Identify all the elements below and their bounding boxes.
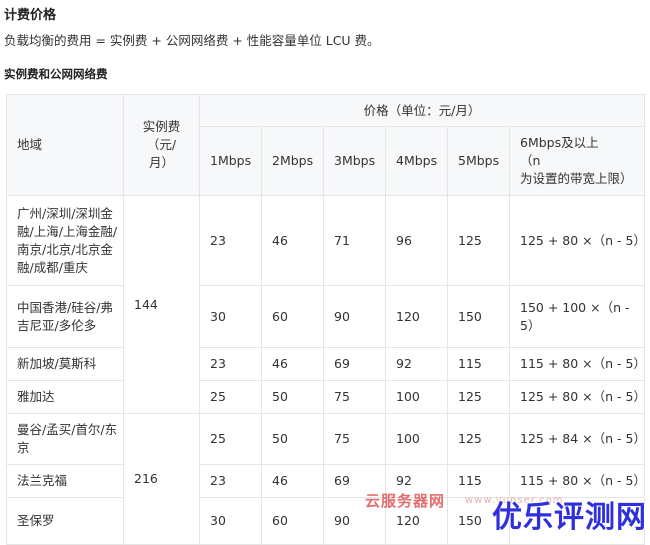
price-cell: 90 xyxy=(323,285,386,348)
price-cell: 50 xyxy=(261,380,324,414)
price-cell: 60 xyxy=(261,285,324,348)
region-cell: 中国香港/硅谷/弗吉尼亚/多伦多 xyxy=(6,285,124,348)
billing-formula: 负载均衡的费用 = 实例费 + 公网网络费 + 性能容量单位 LCU 费。 xyxy=(4,33,380,48)
price-cell: 23 xyxy=(199,464,262,498)
region-cell: 新加坡/莫斯科 xyxy=(6,347,124,381)
region-cell: 广州/深圳/深圳金融/上海/上海金融/南京/北京/北京金融/成都/重庆 xyxy=(6,195,124,286)
price-cell: 30 xyxy=(199,285,262,348)
price-cell: 46 xyxy=(261,347,324,381)
table-row: 新加坡/莫斯科 23 46 69 92 115 115 + 80 ×（n - 5） xyxy=(6,347,646,381)
region-cell: 雅加达 xyxy=(6,380,124,414)
price-cell: 100 xyxy=(385,413,448,465)
header-bandwidth-3: 3Mbps xyxy=(323,126,386,196)
price-cell: 50 xyxy=(261,413,324,465)
table-row: 雅加达 25 50 75 100 125 125 + 80 ×（n - 5） xyxy=(6,380,646,414)
header-bandwidth-2: 2Mbps xyxy=(261,126,324,196)
price-cell: 115 xyxy=(447,347,510,381)
price-cell: 69 xyxy=(323,347,386,381)
header-bandwidth-5: 5Mbps xyxy=(447,126,510,196)
table-row: 曼谷/孟买/首尔/东京 216 25 50 75 100 125 125 + 84 ×（n -… xyxy=(6,413,646,545)
header-bandwidth-1: 1Mbps xyxy=(199,126,262,196)
price-cell: 150 xyxy=(447,285,510,348)
price-cell: 125 + 80 ×（n - 5） xyxy=(508,380,646,414)
price-cell: 125 xyxy=(447,380,510,414)
price-cell: 60 xyxy=(261,497,324,545)
price-cell: 46 xyxy=(261,464,324,498)
instance-fee-cell: 144 xyxy=(123,195,200,414)
price-cell: 125 + 84 ×（n - 5） xyxy=(508,413,646,465)
subsection-title: 实例费和公网网络费 xyxy=(4,67,108,81)
table-row: 中国香港/硅谷/弗吉尼亚/多伦多 30 60 90 120 150 150 + 100 ×（… xyxy=(6,285,646,348)
price-cell: 23 xyxy=(199,195,262,286)
price-cell: 100 xyxy=(385,380,448,414)
price-cell: 25 xyxy=(199,413,262,465)
price-cell: 30 xyxy=(199,497,262,545)
header-bandwidth-4: 4Mbps xyxy=(385,126,448,196)
watermark-brand: 优乐评测网 xyxy=(492,500,647,535)
price-cell: 115 + 80 ×（n - 5） xyxy=(508,347,646,381)
price-cell: 120 xyxy=(385,285,448,348)
price-table: 地域 实例费 （元/月） 价格（单位：元/月） 1Mbps 2Mbps 3Mbps 4M… xyxy=(6,94,646,545)
price-cell: 125 xyxy=(447,413,510,465)
price-cell: 125 + 80 ×（n - 5） xyxy=(508,195,646,286)
price-cell: 150 + 100 ×（n - 5） xyxy=(508,285,646,348)
price-cell: 96 xyxy=(385,195,448,286)
header-instance-fee: 实例费 （元/月） xyxy=(123,94,200,196)
header-region: 地域 xyxy=(6,94,124,196)
region-cell: 曼谷/孟买/首尔/东京 xyxy=(6,413,124,465)
price-cell: 75 xyxy=(323,413,386,465)
price-cell: 92 xyxy=(385,347,448,381)
price-cell: 75 xyxy=(323,380,386,414)
price-cell: 23 xyxy=(199,347,262,381)
instance-fee-cell: 216 xyxy=(123,413,200,545)
region-cell: 法兰克福 xyxy=(6,464,124,498)
price-cell: 25 xyxy=(199,380,262,414)
region-cell: 圣保罗 xyxy=(6,497,124,545)
section-title: 计费价格 xyxy=(4,8,57,23)
price-cell: 71 xyxy=(323,195,386,286)
price-cell: 46 xyxy=(261,195,324,286)
header-bandwidth-6: 6Mbps及以上 （n 为设置的带宽上限） xyxy=(508,126,646,196)
table-row: 广州/深圳/深圳金融/上海/上海金融/南京/北京/北京金融/成都/重庆 144 23… xyxy=(6,195,646,414)
header-price-group: 价格（单位：元/月） xyxy=(198,94,646,127)
price-cell: 125 xyxy=(447,195,510,286)
watermark-site-name: 云服务器网 xyxy=(365,492,446,510)
